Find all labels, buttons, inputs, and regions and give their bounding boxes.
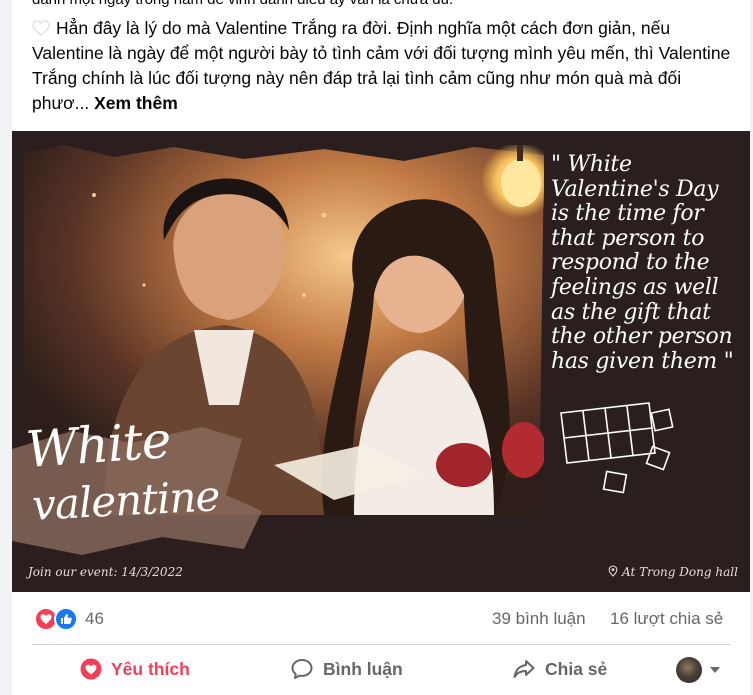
- location-pin-icon: [608, 565, 618, 577]
- see-more-link[interactable]: Xem thêm: [94, 93, 178, 113]
- reaction-profile-selector[interactable]: [676, 656, 726, 684]
- event-date: Join our event: 14/3/2022: [28, 565, 183, 579]
- share-button-label: Chia sẻ: [545, 658, 608, 679]
- chocolate-illustration: [560, 402, 674, 494]
- stats-divider: [32, 644, 730, 645]
- poster-title-line2: valentine: [30, 471, 221, 530]
- quote-line: Valentine's Day: [551, 176, 719, 202]
- post-actions: Yêu thích Bình luận Chia sẻ: [12, 648, 750, 692]
- love-button[interactable]: Yêu thích: [80, 648, 190, 690]
- comment-button-label: Bình luận: [323, 658, 403, 679]
- reaction-count[interactable]: 46: [85, 609, 104, 629]
- quote-line: has given them ": [551, 348, 734, 374]
- share-icon: [513, 660, 535, 678]
- quote-line: the other person: [551, 324, 733, 350]
- post-text: Hẳn đây là lý do mà Valentine Trắng ra đ…: [32, 16, 732, 116]
- shares-count[interactable]: 16 lượt chia sẻ: [610, 609, 723, 629]
- share-button[interactable]: Chia sẻ: [512, 648, 607, 690]
- poster-quote: " White Valentine's Day is the time for …: [551, 152, 750, 374]
- love-icon: [80, 658, 102, 680]
- avatar: [676, 657, 702, 683]
- reaction-icons[interactable]: [34, 607, 80, 631]
- like-reaction-icon: [54, 607, 78, 631]
- comment-icon: [291, 659, 313, 679]
- quote-line: feelings as well: [551, 274, 719, 300]
- quote-line: respond to the: [551, 250, 710, 276]
- post-card: danh một ngày trong năm để vinh danh điề…: [12, 0, 750, 695]
- comment-button[interactable]: Bình luận: [290, 648, 403, 690]
- quote-line: that person to: [551, 225, 705, 251]
- post-image[interactable]: " White Valentine's Day is the time for …: [12, 131, 750, 592]
- quote-line: " White: [551, 152, 632, 177]
- love-button-label: Yêu thích: [111, 658, 190, 679]
- quote-line: as the gift that: [551, 299, 711, 325]
- event-place-text: At Trong Dong hall: [622, 565, 738, 579]
- white-heart-icon: [32, 20, 50, 36]
- poster-title-line1: White: [24, 411, 173, 479]
- chevron-down-icon: [710, 667, 720, 673]
- love-reaction-icon: [34, 607, 58, 631]
- comments-count[interactable]: 39 bình luận: [492, 609, 586, 629]
- post-text-previous-line: danh một ngày trong năm để vinh danh điề…: [32, 0, 732, 8]
- event-place: At Trong Dong hall: [608, 565, 738, 579]
- post-stats: 46 39 bình luận 16 lượt chia sẻ: [12, 604, 750, 634]
- quote-line: is the time for: [551, 201, 704, 227]
